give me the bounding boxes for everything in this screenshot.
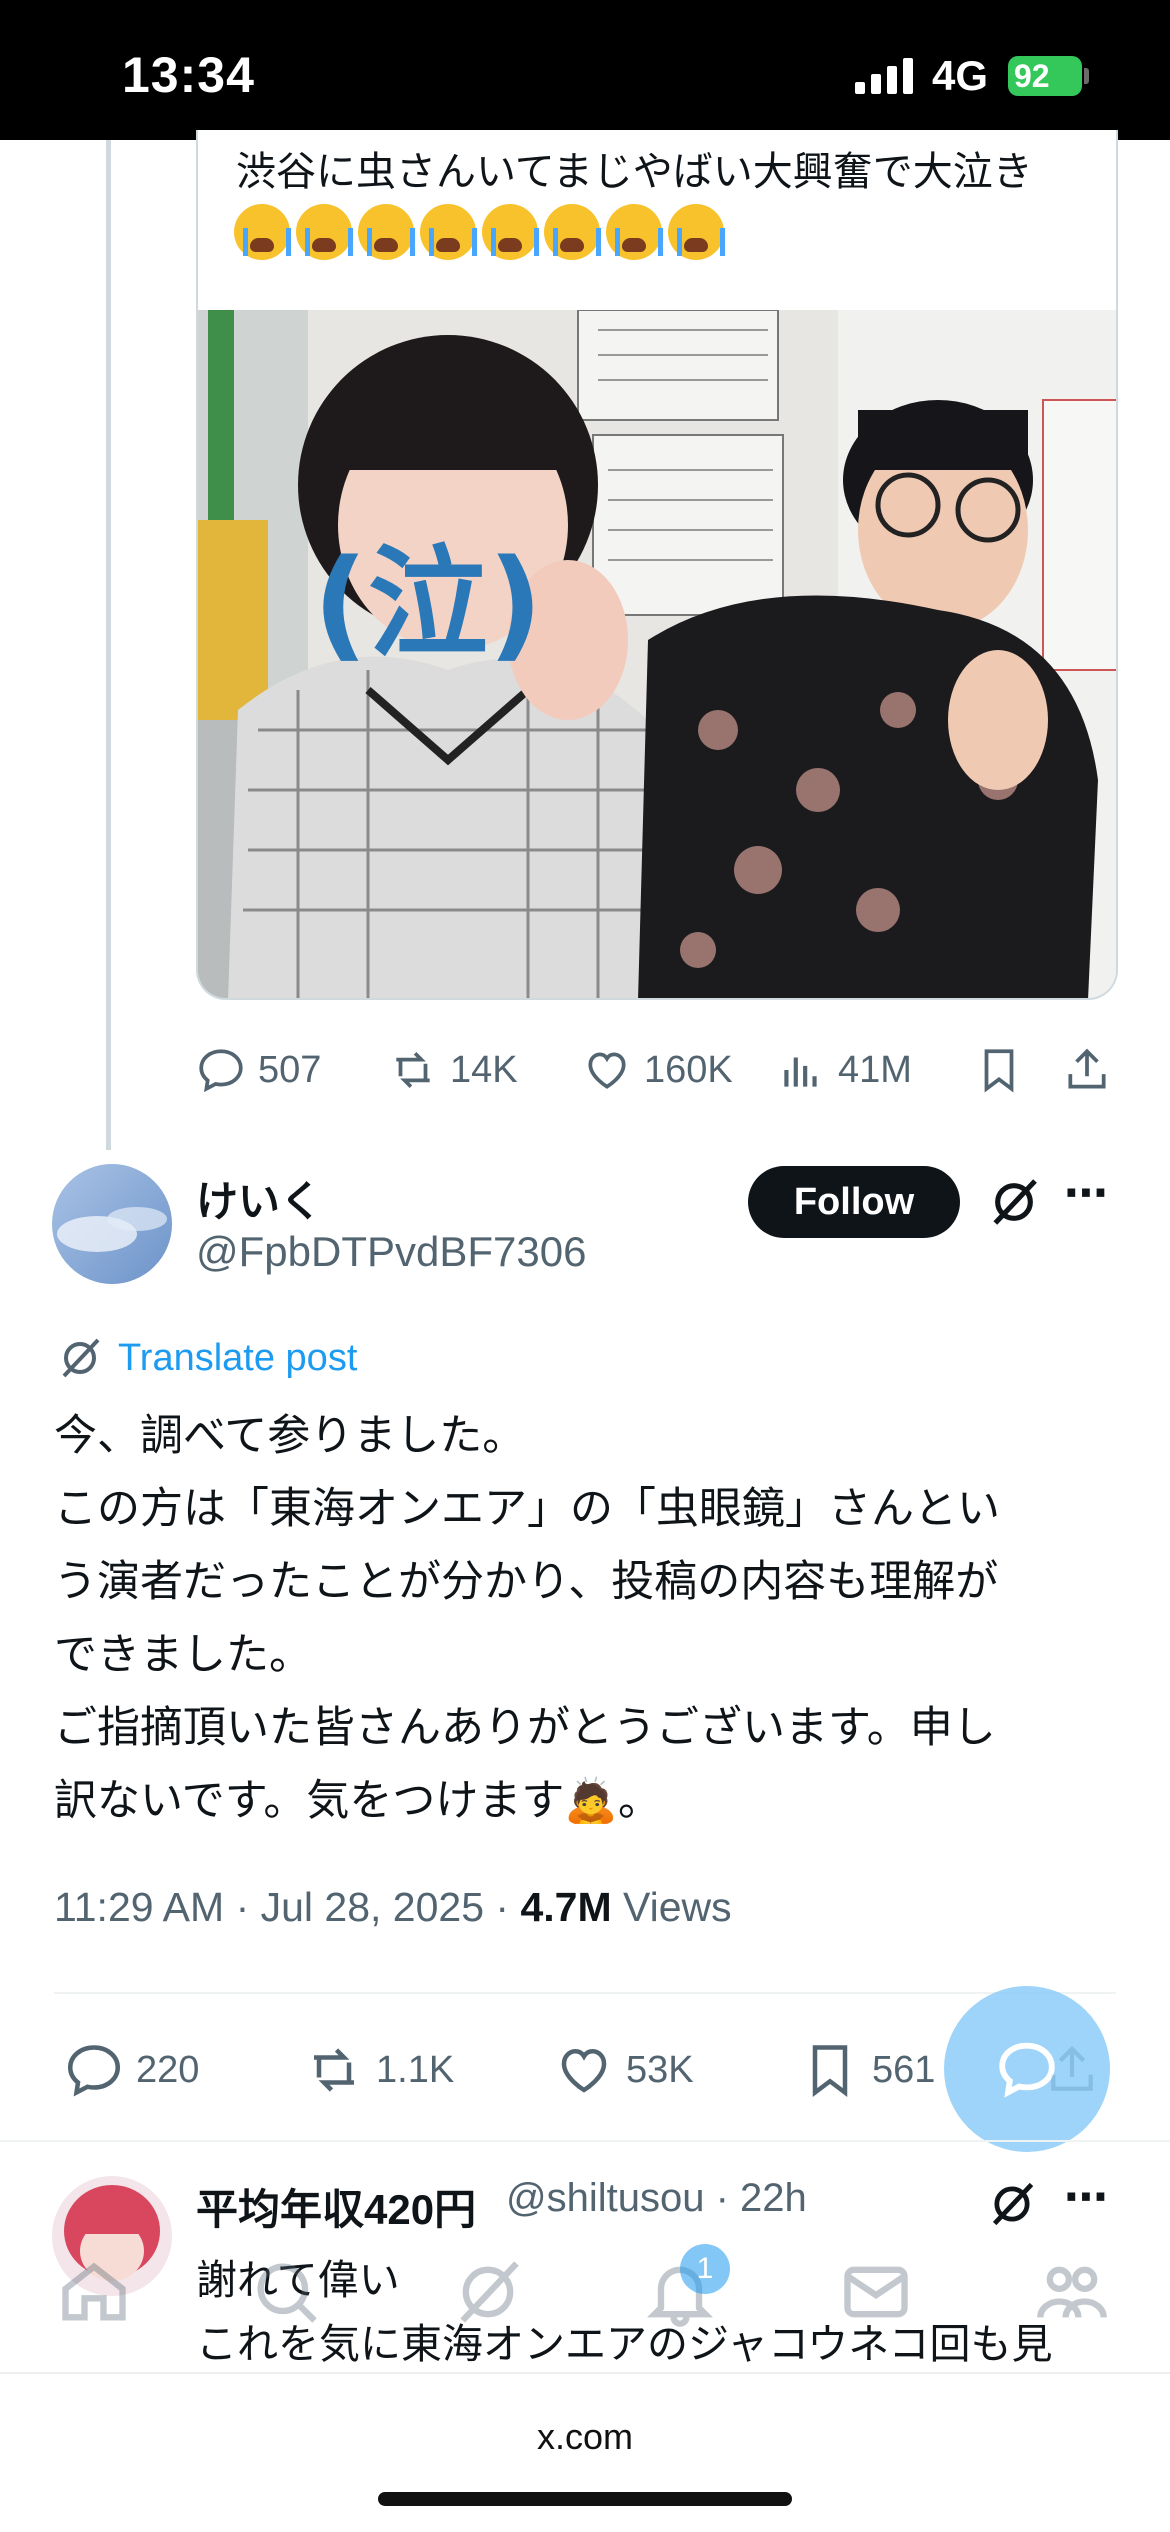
avatar[interactable] (52, 1164, 172, 1284)
heart-icon (561, 2048, 607, 2093)
messages-icon[interactable] (838, 2254, 914, 2330)
heart-icon (588, 1052, 626, 1089)
network-type: 4G (932, 52, 989, 99)
status-time: 13:34 (122, 47, 255, 103)
views-label: Views (611, 1884, 732, 1930)
emoji-row (234, 204, 725, 260)
battery-icon: 92 (1008, 56, 1082, 96)
reply-count: 507 (258, 1048, 322, 1091)
bookmark-icon (812, 2045, 848, 2097)
repost-count: 1.1K (376, 2048, 455, 2091)
home-indicator[interactable] (378, 2492, 792, 2506)
views-button[interactable]: 41M (776, 1045, 912, 1095)
translate-label: Translate post (118, 1336, 358, 1379)
battery-level: 92 (1014, 58, 1050, 94)
reply-author-name[interactable]: 平均年収420円 (196, 2176, 476, 2237)
bookmark-button[interactable]: 561 (800, 2040, 935, 2100)
like-button[interactable]: 160K (582, 1045, 733, 1095)
crying-face-emoji-icon (420, 204, 477, 260)
views-count: 41M (838, 1048, 912, 1091)
communities-icon[interactable] (1034, 2254, 1110, 2330)
crying-face-emoji-icon (358, 204, 415, 260)
translate-icon (62, 1338, 100, 1378)
reply-button[interactable]: 220 (64, 2040, 199, 2100)
crying-face-emoji-icon (296, 204, 353, 260)
like-count: 53K (626, 2048, 694, 2091)
photo-overlay-text: (泣) (313, 535, 543, 674)
crying-face-emoji-icon (668, 204, 725, 260)
like-button[interactable]: 53K (554, 2040, 694, 2100)
browser-url-bar[interactable]: x.com (0, 2372, 1170, 2532)
crying-face-emoji-icon (544, 204, 601, 260)
crying-face-emoji-icon (606, 204, 663, 260)
reply-button[interactable]: 507 (196, 1045, 321, 1095)
post-timestamp[interactable]: 11:29 AM · Jul 28, 2025 · (54, 1884, 520, 1930)
search-icon[interactable] (248, 2254, 324, 2330)
more-options-icon[interactable]: ⋯ (1064, 2172, 1111, 2223)
reply-author-handle[interactable]: @shiltusou · 22h (506, 2176, 807, 2221)
repost-button[interactable]: 14K (388, 1045, 518, 1095)
notifications-badge: 1 (680, 2244, 730, 2294)
avatar-image (52, 1164, 172, 1284)
divider (0, 2140, 1170, 2142)
like-count: 160K (644, 1048, 733, 1091)
views-total: 4.7M (520, 1884, 612, 1930)
crying-face-emoji-icon (482, 204, 539, 260)
share-icon[interactable] (1062, 1045, 1112, 1095)
thread-line (106, 140, 111, 1150)
post-photo[interactable]: (泣) (198, 310, 1118, 1000)
chat-bubble-icon (999, 2042, 1055, 2098)
quoted-post-text: 渋谷に虫さんいてまじやばい大興奮で大泣き (236, 150, 1033, 194)
quoted-post-card[interactable]: 渋谷に虫さんいてまじやばい大興奮で大泣き (泣) (196, 130, 1118, 1000)
post-actions: 220 1.1K 53K 561 (64, 2040, 1093, 2100)
quoted-post-actions: 507 14K 160K 41M (196, 1040, 1116, 1100)
more-options-icon[interactable]: ⋯ (1064, 1168, 1111, 1219)
reply-icon (199, 1049, 243, 1093)
url-text[interactable]: x.com (0, 2416, 1170, 2458)
home-icon[interactable] (56, 2254, 132, 2330)
views-icon (784, 1057, 817, 1087)
repost-count: 14K (450, 1048, 518, 1091)
bookmark-icon[interactable] (974, 1045, 1024, 1095)
translate-post-link[interactable]: Translate post (56, 1334, 357, 1382)
divider (54, 1992, 1116, 1994)
compose-reply-button[interactable] (944, 1986, 1110, 2152)
repost-icon (314, 2048, 354, 2092)
post-meta: 11:29 AM · Jul 28, 2025 · 4.7M Views (54, 1884, 732, 1931)
follow-button[interactable]: Follow (748, 1166, 960, 1238)
author-display-name[interactable]: けいく (196, 1168, 322, 1229)
reply-icon (67, 2045, 121, 2097)
repost-icon (396, 1052, 430, 1088)
grok-icon[interactable] (986, 1174, 1042, 1230)
battery-cap (1084, 68, 1089, 84)
reply-text-line: これを気に東海オンエアのジャコウネコ回も見 (196, 2321, 1053, 2367)
bookmark-count: 561 (872, 2048, 936, 2091)
crying-face-emoji-icon (234, 204, 291, 260)
status-bar: 13:34 4G 92 (0, 0, 1170, 140)
cellular-signal-icon (855, 58, 913, 94)
reply-count: 220 (136, 2048, 200, 2091)
post-body: 今、調べて参りました。 この方は「東海オンエア」の「虫眼鏡」さんとい う演者だっ… (54, 1412, 1000, 1825)
repost-button[interactable]: 1.1K (304, 2040, 454, 2100)
grok-icon[interactable] (986, 2178, 1038, 2230)
grok-tab-icon[interactable] (450, 2254, 526, 2330)
author-handle[interactable]: @FpbDTPvdBF7306 (196, 1228, 586, 1276)
